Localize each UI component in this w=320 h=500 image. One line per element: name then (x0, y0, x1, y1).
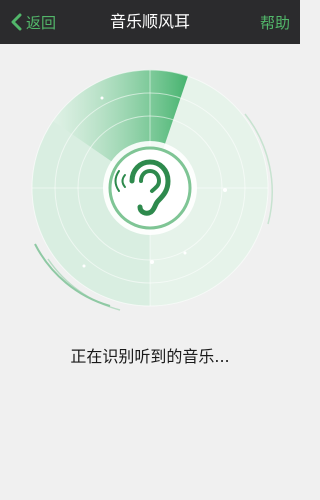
radar-dot (150, 260, 154, 264)
radar-dot (100, 96, 104, 100)
recognition-status: 正在识别听到的音乐... (70, 347, 230, 366)
chevron-left-icon (11, 13, 22, 31)
nav-bar: 返回 音乐顺风耳 帮助 (0, 0, 300, 44)
help-button[interactable]: 帮助 (260, 12, 290, 33)
back-button[interactable]: 返回 (10, 0, 56, 44)
radar-dot (183, 251, 187, 255)
recognition-radar (31, 69, 273, 311)
back-label: 返回 (26, 13, 57, 32)
radar-dot (223, 188, 227, 192)
radar-dot (82, 264, 86, 268)
ear-button[interactable] (103, 141, 197, 235)
